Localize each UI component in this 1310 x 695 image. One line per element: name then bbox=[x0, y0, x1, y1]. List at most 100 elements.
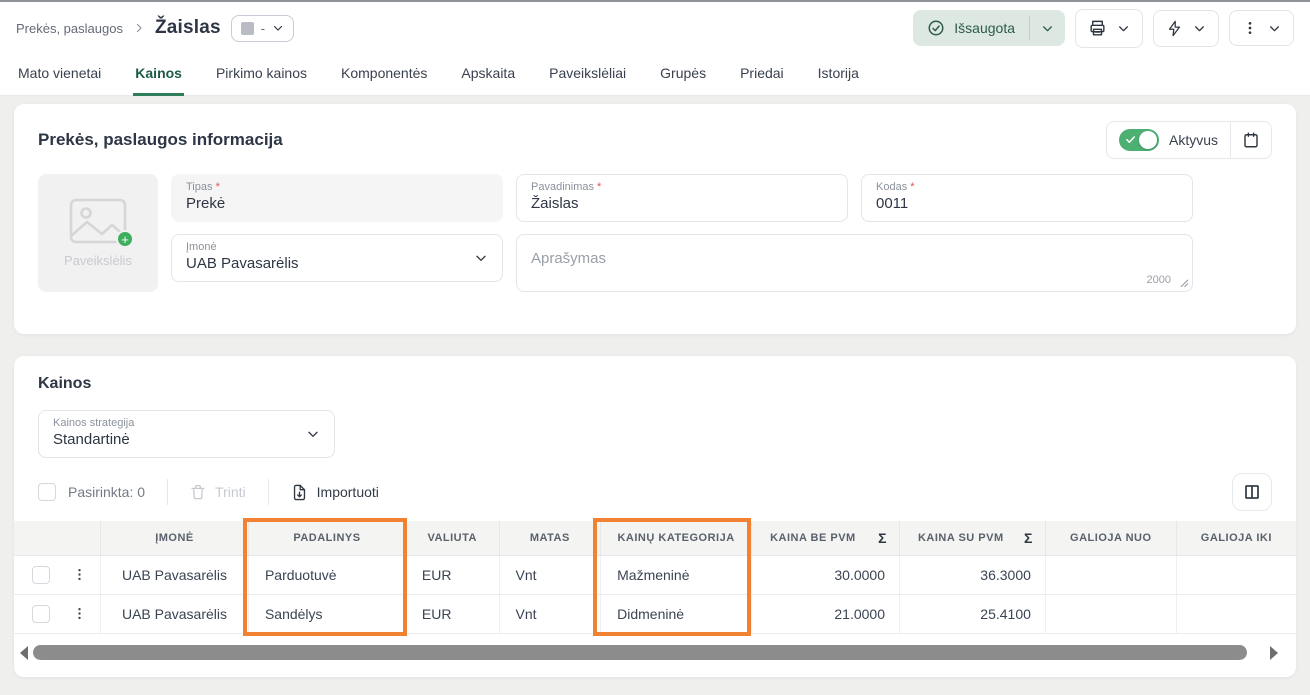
row-checkbox[interactable] bbox=[32, 566, 50, 584]
chevron-down-icon bbox=[1117, 22, 1130, 35]
cell-galioja-iki bbox=[1176, 555, 1296, 594]
product-info-card: Prekės, paslaugos informacija Aktyvus bbox=[14, 104, 1296, 334]
select-all-checkbox[interactable] bbox=[38, 483, 56, 501]
tab-grupes[interactable]: Grupės bbox=[658, 54, 708, 96]
tab-komponentes[interactable]: Komponentės bbox=[339, 54, 429, 96]
kodas-field[interactable]: Kodas * 0011 bbox=[861, 174, 1193, 222]
select-column-header bbox=[14, 521, 101, 555]
horizontal-scrollbar bbox=[20, 645, 1278, 661]
chevron-down-icon bbox=[1268, 22, 1281, 35]
delete-button[interactable]: Trinti bbox=[190, 484, 246, 500]
save-options-dropdown[interactable] bbox=[1030, 10, 1065, 46]
page-title: Žaislas bbox=[155, 17, 221, 39]
tab-priedai[interactable]: Priedai bbox=[738, 54, 786, 96]
columns-icon bbox=[1243, 483, 1261, 501]
sum-sigma-icon[interactable]: Σ bbox=[878, 530, 887, 546]
schedule-calendar-button[interactable] bbox=[1231, 122, 1271, 158]
pavadinimas-value: Žaislas bbox=[531, 195, 833, 212]
label-value: - bbox=[261, 21, 265, 36]
toggle-knob bbox=[1139, 131, 1157, 149]
resize-handle-icon[interactable] bbox=[1179, 278, 1188, 287]
tipas-field: Tipas * Prekė bbox=[171, 174, 503, 222]
saved-button[interactable]: Išsaugota bbox=[913, 10, 1029, 46]
strategy-value: Standartinė bbox=[53, 431, 320, 448]
tab-apskaita[interactable]: Apskaita bbox=[459, 54, 517, 96]
kodas-value: 0011 bbox=[876, 195, 1178, 212]
prices-card: Kainos Kainos strategija Standartinė Pas… bbox=[14, 356, 1296, 677]
strategy-label: Kainos strategija bbox=[53, 417, 134, 429]
saved-label: Išsaugota bbox=[954, 20, 1015, 36]
tipas-value: Prekė bbox=[186, 195, 488, 212]
cell-padalinys: Sandėlys bbox=[248, 594, 405, 633]
cell-galioja-iki bbox=[1176, 594, 1296, 633]
cell-kainu-kategorija: Didmeninė bbox=[601, 594, 752, 633]
breadcrumb-parent-link[interactable]: Prekės, paslaugos bbox=[16, 21, 123, 36]
tab-istorija[interactable]: Istorija bbox=[816, 54, 861, 96]
col-header-galioja-nuo[interactable]: GALIOJA NUO bbox=[1045, 521, 1176, 555]
scroll-left-arrow[interactable] bbox=[20, 646, 28, 660]
row-menu-icon[interactable] bbox=[72, 606, 87, 621]
lightning-icon bbox=[1166, 20, 1183, 37]
col-header-padalinys[interactable]: PADALINYS bbox=[248, 521, 405, 555]
info-card-title: Prekės, paslaugos informacija bbox=[38, 130, 283, 150]
tab-mato-vienetai[interactable]: Mato vienetai bbox=[16, 54, 103, 96]
scrollbar-thumb[interactable] bbox=[33, 645, 1247, 660]
tab-paveiksleliai[interactable]: Paveikslėliai bbox=[547, 54, 628, 96]
price-strategy-select[interactable]: Kainos strategija Standartinė bbox=[38, 410, 335, 458]
print-dropdown-button[interactable] bbox=[1075, 9, 1143, 48]
cell-kaina-su-pvm: 36.3000 bbox=[899, 555, 1045, 594]
imone-select-field[interactable]: Įmonė UAB Pavasarėlis bbox=[171, 234, 503, 282]
col-header-kainu-kategorija[interactable]: KAINŲ KATEGORIJA bbox=[601, 521, 752, 555]
required-asterisk: * bbox=[597, 181, 601, 193]
scrollbar-track[interactable] bbox=[33, 645, 1265, 660]
cell-kainu-kategorija: Mažmeninė bbox=[601, 555, 752, 594]
cell-matas: Vnt bbox=[499, 555, 601, 594]
col-header-kaina-be-pvm[interactable]: KAINA BE PVMΣ bbox=[752, 521, 900, 555]
toggle-switch-on[interactable] bbox=[1119, 129, 1159, 151]
delete-label: Trinti bbox=[215, 484, 246, 500]
selected-count-label: Pasirinkta: 0 bbox=[68, 484, 145, 500]
chevron-down-icon bbox=[474, 251, 488, 265]
col-header-imone[interactable]: ĮMONĖ bbox=[101, 521, 249, 555]
table-row[interactable]: UAB Pavasarėlis Sandėlys EUR Vnt Didmeni… bbox=[14, 594, 1296, 633]
import-button[interactable]: Importuoti bbox=[291, 484, 379, 501]
sum-sigma-icon[interactable]: Σ bbox=[1024, 530, 1033, 546]
pavadinimas-field[interactable]: Pavadinimas * Žaislas bbox=[516, 174, 848, 222]
column-settings-button[interactable] bbox=[1232, 473, 1272, 511]
imone-value: UAB Pavasarėlis bbox=[186, 255, 488, 272]
color-swatch bbox=[241, 22, 254, 35]
import-label: Importuoti bbox=[317, 484, 379, 500]
col-header-valiuta[interactable]: VALIUTA bbox=[405, 521, 499, 555]
tab-pirkimo-kainos[interactable]: Pirkimo kainos bbox=[214, 54, 309, 96]
pavadinimas-label: Pavadinimas bbox=[531, 181, 594, 193]
kebab-menu-icon bbox=[1242, 20, 1258, 36]
chevron-down-icon bbox=[1193, 22, 1206, 35]
prices-card-title: Kainos bbox=[38, 356, 1272, 410]
col-header-galioja-iki[interactable]: GALIOJA IKI bbox=[1176, 521, 1296, 555]
table-header-row: ĮMONĖ PADALINYS VALIUTA MATAS KAINŲ KATE… bbox=[14, 521, 1296, 555]
chevron-down-icon bbox=[306, 427, 320, 441]
scroll-right-arrow[interactable] bbox=[1270, 646, 1278, 660]
image-upload-placeholder[interactable]: + Paveikslėlis bbox=[38, 174, 158, 292]
row-checkbox[interactable] bbox=[32, 605, 50, 623]
breadcrumb: Prekės, paslaugos Žaislas - bbox=[16, 15, 294, 42]
cell-valiuta: EUR bbox=[405, 555, 499, 594]
printer-icon bbox=[1088, 19, 1107, 38]
active-status-control: Aktyvus bbox=[1106, 121, 1272, 159]
table-row[interactable]: UAB Pavasarėlis Parduotuvė EUR Vnt Mažme… bbox=[14, 555, 1296, 594]
actions-dropdown-button[interactable] bbox=[1153, 10, 1219, 47]
aprasymas-textarea[interactable]: Aprašymas 2000 bbox=[516, 234, 1193, 292]
required-asterisk: * bbox=[910, 181, 914, 193]
active-toggle[interactable]: Aktyvus bbox=[1107, 122, 1230, 158]
char-counter: 2000 bbox=[1147, 274, 1171, 286]
col-header-kaina-su-pvm[interactable]: KAINA SU PVMΣ bbox=[899, 521, 1045, 555]
more-options-dropdown-button[interactable] bbox=[1229, 10, 1294, 46]
trash-icon bbox=[190, 484, 206, 500]
cell-imone: UAB Pavasarėlis bbox=[101, 594, 249, 633]
row-menu-icon[interactable] bbox=[72, 567, 87, 582]
add-image-plus-icon[interactable]: + bbox=[116, 230, 134, 248]
col-header-matas[interactable]: MATAS bbox=[499, 521, 601, 555]
tab-kainos[interactable]: Kainos bbox=[133, 54, 184, 96]
aprasymas-placeholder: Aprašymas bbox=[531, 250, 606, 267]
label-color-dropdown[interactable]: - bbox=[231, 15, 294, 42]
